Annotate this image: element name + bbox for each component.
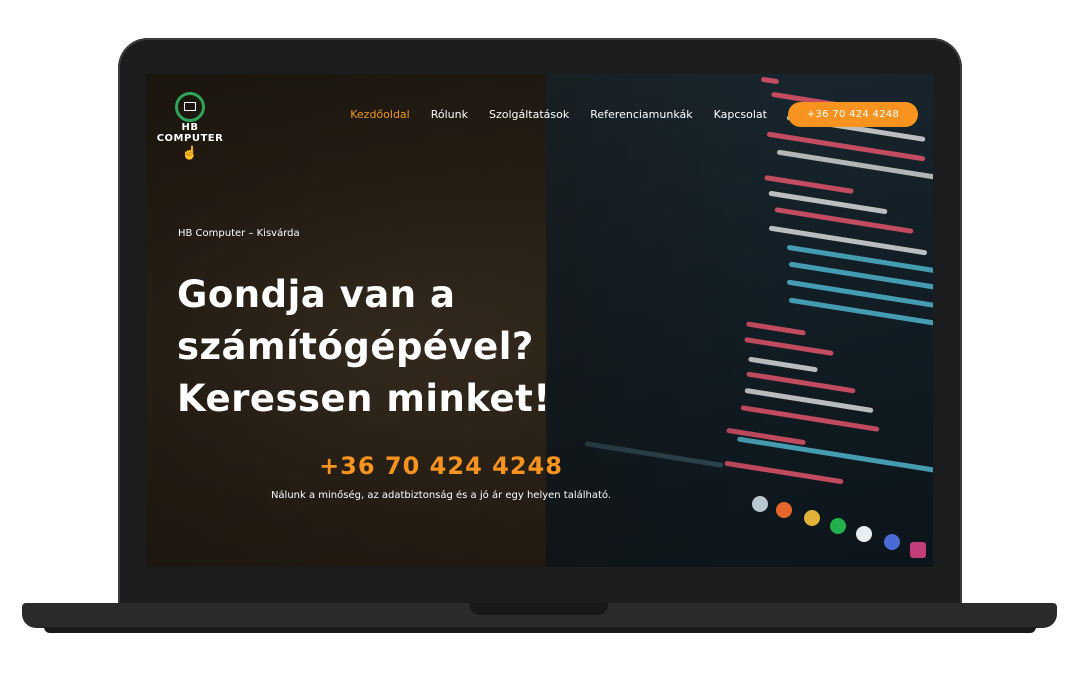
hero-tagline: Nálunk a minőség, az adatbiztonság és a … [270,490,612,501]
hero-kicker: HB Computer – Kisvárda [178,228,300,239]
nav-item-referenciamunkak[interactable]: Referenciamunkák [590,108,692,121]
logo[interactable]: HB COMPUTER ☝ [154,92,226,159]
website-screen: HB COMPUTER ☝ Kezdőoldal Rólunk Szolgált… [146,74,933,567]
nav-item-kapcsolat[interactable]: Kapcsolat [714,108,767,121]
headline-line-2: számítógépével? [177,325,534,368]
logo-text-hb: HB [181,122,199,133]
main-nav: Kezdőoldal Rólunk Szolgáltatások Referen… [350,108,767,121]
laptop-notch [470,603,608,615]
hand-cursor-icon: ☝ [181,145,199,160]
hero-phone-link[interactable]: +36 70 424 4248 [146,452,736,480]
hero-headline: Gondja van a számítógépével? Keressen mi… [177,269,597,425]
nav-item-kezdooldal[interactable]: Kezdőoldal [350,108,410,121]
phone-button[interactable]: +36 70 424 4248 [788,102,918,127]
nav-item-szolgaltatasok[interactable]: Szolgáltatások [489,108,569,121]
logo-text-computer: COMPUTER [156,133,224,144]
nav-item-rolunk[interactable]: Rólunk [431,108,468,121]
headline-line-1: Gondja van a [177,273,456,316]
monitor-logo-icon [175,92,205,122]
laptop-base-shadow [44,627,1036,633]
headline-line-3: Keressen minket! [177,377,551,420]
